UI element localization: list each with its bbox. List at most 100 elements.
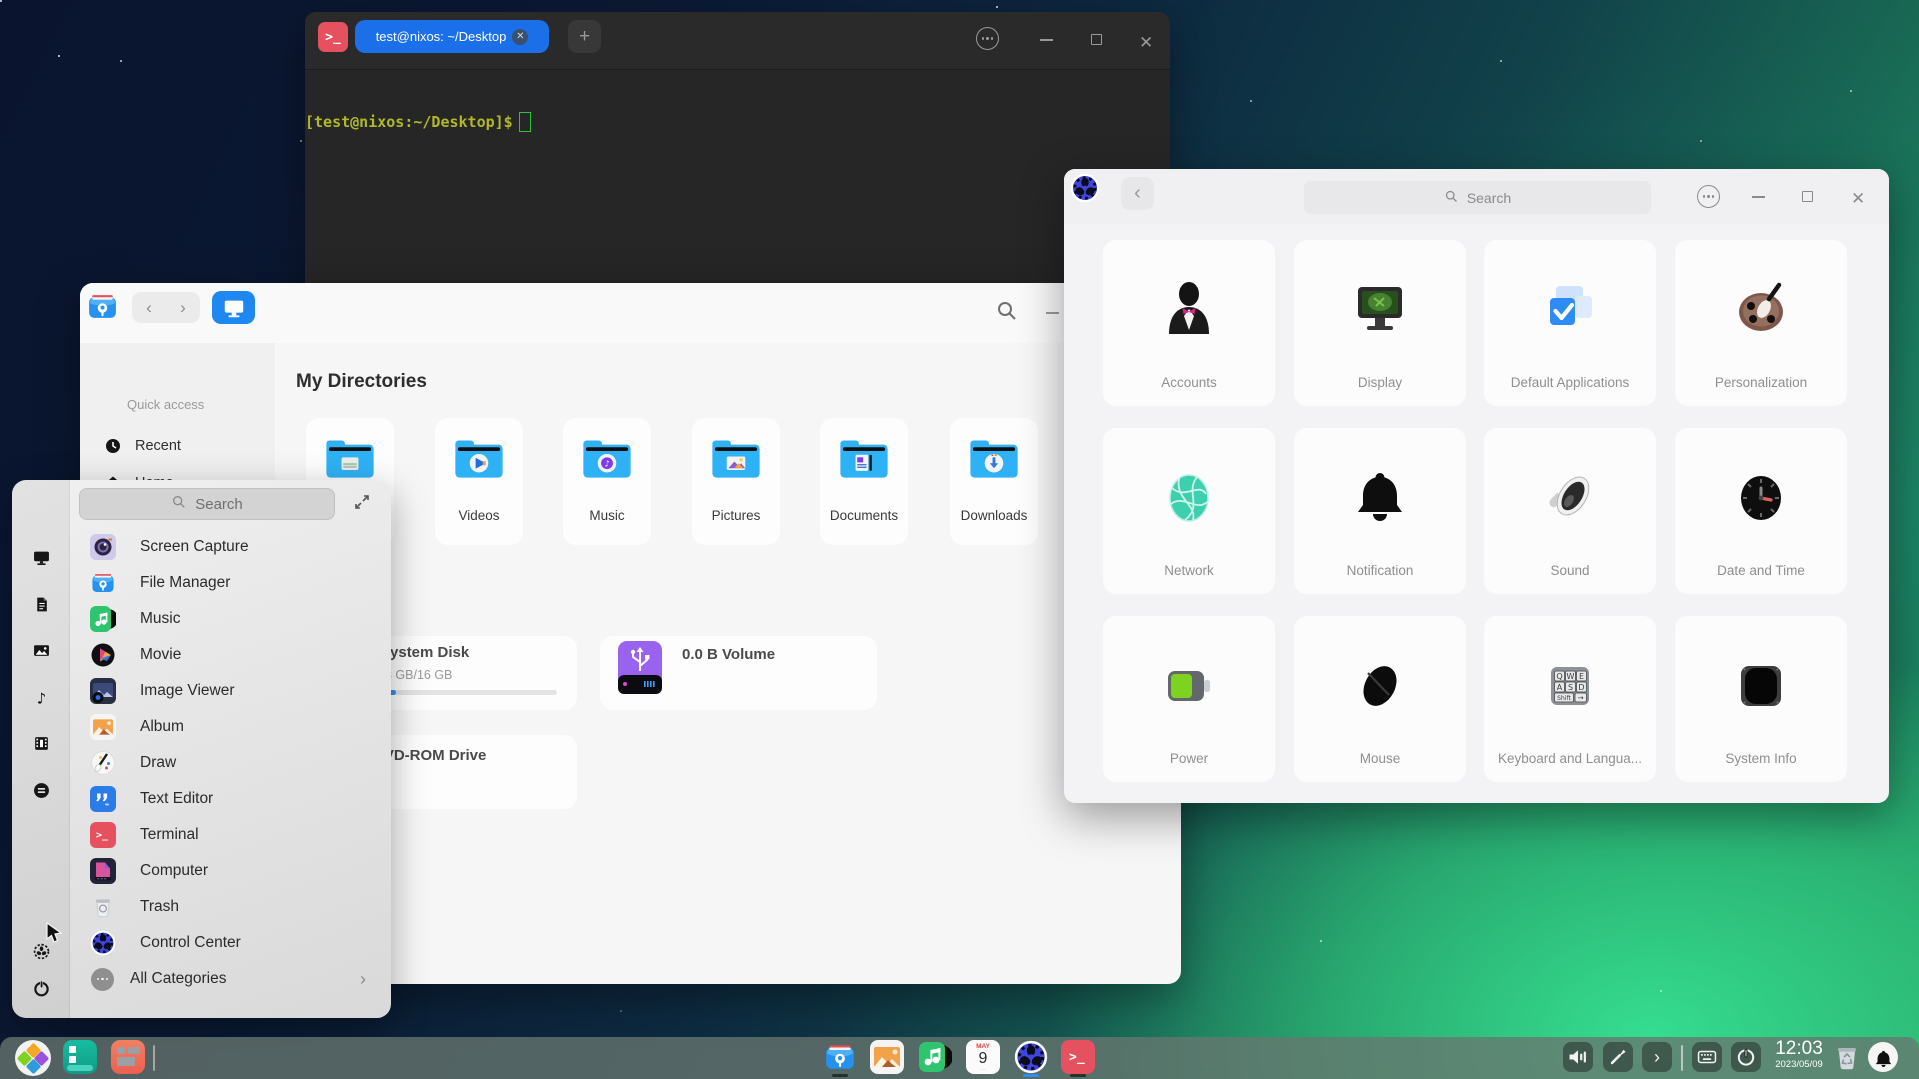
terminal-maximize-button[interactable] (1091, 34, 1102, 45)
svg-text:A: A (1557, 683, 1563, 692)
launcher-item-album[interactable]: Album (78, 711, 378, 743)
expand-launcher-icon[interactable] (353, 493, 371, 511)
settings-back-button[interactable]: ‹ (1121, 177, 1154, 210)
folder-card-music[interactable]: ♪Music (563, 418, 651, 545)
terminal-content[interactable]: [test@nixos:~/Desktop]$ (305, 112, 531, 132)
tab-close-icon[interactable]: ✕ (512, 29, 528, 45)
settings-close-button[interactable]: ✕ (1851, 189, 1865, 209)
search-placeholder: Search (1467, 190, 1511, 206)
settings-tile-date-and-time[interactable]: Date and Time (1675, 428, 1847, 594)
launcher-item-terminal[interactable]: >_Terminal (78, 819, 378, 851)
documents-icon[interactable] (33, 596, 50, 613)
settings-tile-default-applications[interactable]: Default Applications (1484, 240, 1656, 406)
folder-label: Documents (820, 508, 908, 523)
terminal-dock-dock-icon[interactable]: >_ (1061, 1040, 1095, 1074)
power-tray-icon[interactable] (1731, 1042, 1761, 1072)
launcher-search-input[interactable]: Search (79, 488, 335, 520)
folder-label: Videos (435, 508, 523, 523)
trash-app-icon (90, 894, 116, 920)
new-tab-button[interactable]: + (568, 20, 601, 53)
taskbar-separator (153, 1045, 155, 1071)
display-icon[interactable] (33, 549, 50, 566)
svg-text:→: → (1578, 694, 1584, 702)
windows-app-icon[interactable] (111, 1040, 145, 1074)
pictures-icon[interactable] (33, 642, 50, 659)
launcher-item-label: Music (140, 610, 180, 628)
task-manager-app-icon[interactable] (63, 1040, 97, 1074)
all-categories-item[interactable]: All Categories › (78, 963, 384, 995)
settings-tile-notification[interactable]: Notification (1294, 428, 1466, 594)
launcher-item-computer[interactable]: Computer (78, 855, 378, 887)
file-manager-minimize-button[interactable] (1046, 312, 1059, 314)
settings-tile-personalization[interactable]: Personalization (1675, 240, 1847, 406)
forward-button[interactable]: › (180, 298, 186, 318)
tile-label: Personalization (1679, 375, 1843, 390)
launcher-item-label: Movie (140, 646, 181, 664)
launcher-item-trash[interactable]: Trash (78, 891, 378, 923)
launcher-item-control-center[interactable]: Control Center (78, 927, 378, 959)
chevron-right-tray-icon[interactable]: › (1642, 1042, 1672, 1072)
user-menu-icon[interactable] (33, 782, 50, 799)
folder-label: Downloads (950, 508, 1038, 523)
settings-tile-accounts[interactable]: Accounts (1103, 240, 1275, 406)
settings-tile-network[interactable]: Network (1103, 428, 1275, 594)
launcher-item-screen-capture[interactable]: Screen Capture (78, 531, 378, 563)
settings-search-input[interactable]: Search (1304, 181, 1651, 214)
settings-maximize-button[interactable] (1802, 191, 1813, 202)
page-title: My Directories (296, 371, 427, 393)
folder-card-downloads[interactable]: Downloads (950, 418, 1038, 545)
folder-card-videos[interactable]: Videos (435, 418, 523, 545)
volume-card[interactable]: 0.0 B Volume (600, 636, 877, 710)
settings-tile-mouse[interactable]: Mouse (1294, 616, 1466, 782)
clock[interactable]: 12:03 2023/05/09 (1768, 1038, 1830, 1070)
power-icon[interactable] (33, 980, 50, 997)
launcher-item-image-viewer[interactable]: Image Viewer (78, 675, 378, 707)
brush-tray-icon[interactable] (1603, 1042, 1633, 1072)
back-button[interactable]: ‹ (146, 298, 152, 318)
search-icon[interactable] (995, 299, 1019, 323)
settings-tile-display[interactable]: Display (1294, 240, 1466, 406)
settings-tile-power[interactable]: Power (1103, 616, 1275, 782)
launcher-item-label: Terminal (140, 826, 199, 844)
terminal-tab[interactable]: test@nixos: ~/Desktop ✕ (355, 20, 549, 53)
terminal-close-button[interactable]: ✕ (1139, 33, 1153, 53)
computer-view-button[interactable] (212, 291, 255, 324)
folder-card-documents[interactable]: Documents (820, 418, 908, 545)
terminal-menu-button[interactable] (976, 27, 999, 50)
notification-bell-icon[interactable] (1868, 1042, 1898, 1072)
file-manager-dock-icon[interactable] (823, 1040, 857, 1074)
wallpaper-stars (0, 0, 2, 2)
launcher-button[interactable] (15, 1040, 51, 1076)
tile-label: Notification (1298, 563, 1462, 578)
settings-tile-system-info[interactable]: System Info (1675, 616, 1847, 782)
music-dock-dock-icon[interactable] (918, 1040, 952, 1074)
volume-tray-icon[interactable] (1563, 1042, 1593, 1072)
settings-menu-button[interactable] (1697, 185, 1720, 208)
sidebar-item-recent[interactable]: Recent (94, 431, 264, 461)
svg-text:Shift: Shift (1557, 695, 1571, 702)
computer-app-icon (90, 858, 116, 884)
launcher-item-text-editor[interactable]: Text Editor (78, 783, 378, 815)
draw-app-icon (90, 750, 116, 776)
album-app-dock-icon[interactable] (870, 1040, 904, 1074)
svg-text:Q: Q (1556, 672, 1562, 681)
folder-label: Music (563, 508, 651, 523)
videos-icon[interactable] (33, 735, 50, 752)
settings-tile-keyboard-and-langua[interactable]: QWEASDShift→Keyboard and Langua... (1484, 616, 1656, 782)
calendar-app-icon[interactable]: MAY9··· (966, 1040, 1000, 1074)
music-note-icon[interactable]: ♪ (33, 689, 50, 706)
settings-minimize-button[interactable] (1752, 196, 1765, 198)
folder-card-pictures[interactable]: Pictures (692, 418, 780, 545)
launcher-item-draw[interactable]: Draw (78, 747, 378, 779)
launcher-item-file-manager[interactable]: File Manager (78, 567, 378, 599)
control-center-dock-icon[interactable] (1014, 1040, 1048, 1074)
svg-text:♪: ♪ (37, 689, 46, 706)
tile-label: Accounts (1107, 375, 1271, 390)
keyboard-tray-icon[interactable] (1692, 1042, 1722, 1072)
launcher-item-music[interactable]: Music (78, 603, 378, 635)
terminal-minimize-button[interactable] (1040, 39, 1053, 41)
settings-tile-sound[interactable]: Sound (1484, 428, 1656, 594)
launcher-item-movie[interactable]: Movie (78, 639, 378, 671)
control-center-mono-icon[interactable] (33, 943, 50, 960)
trash-tray-icon[interactable] (1833, 1042, 1861, 1072)
